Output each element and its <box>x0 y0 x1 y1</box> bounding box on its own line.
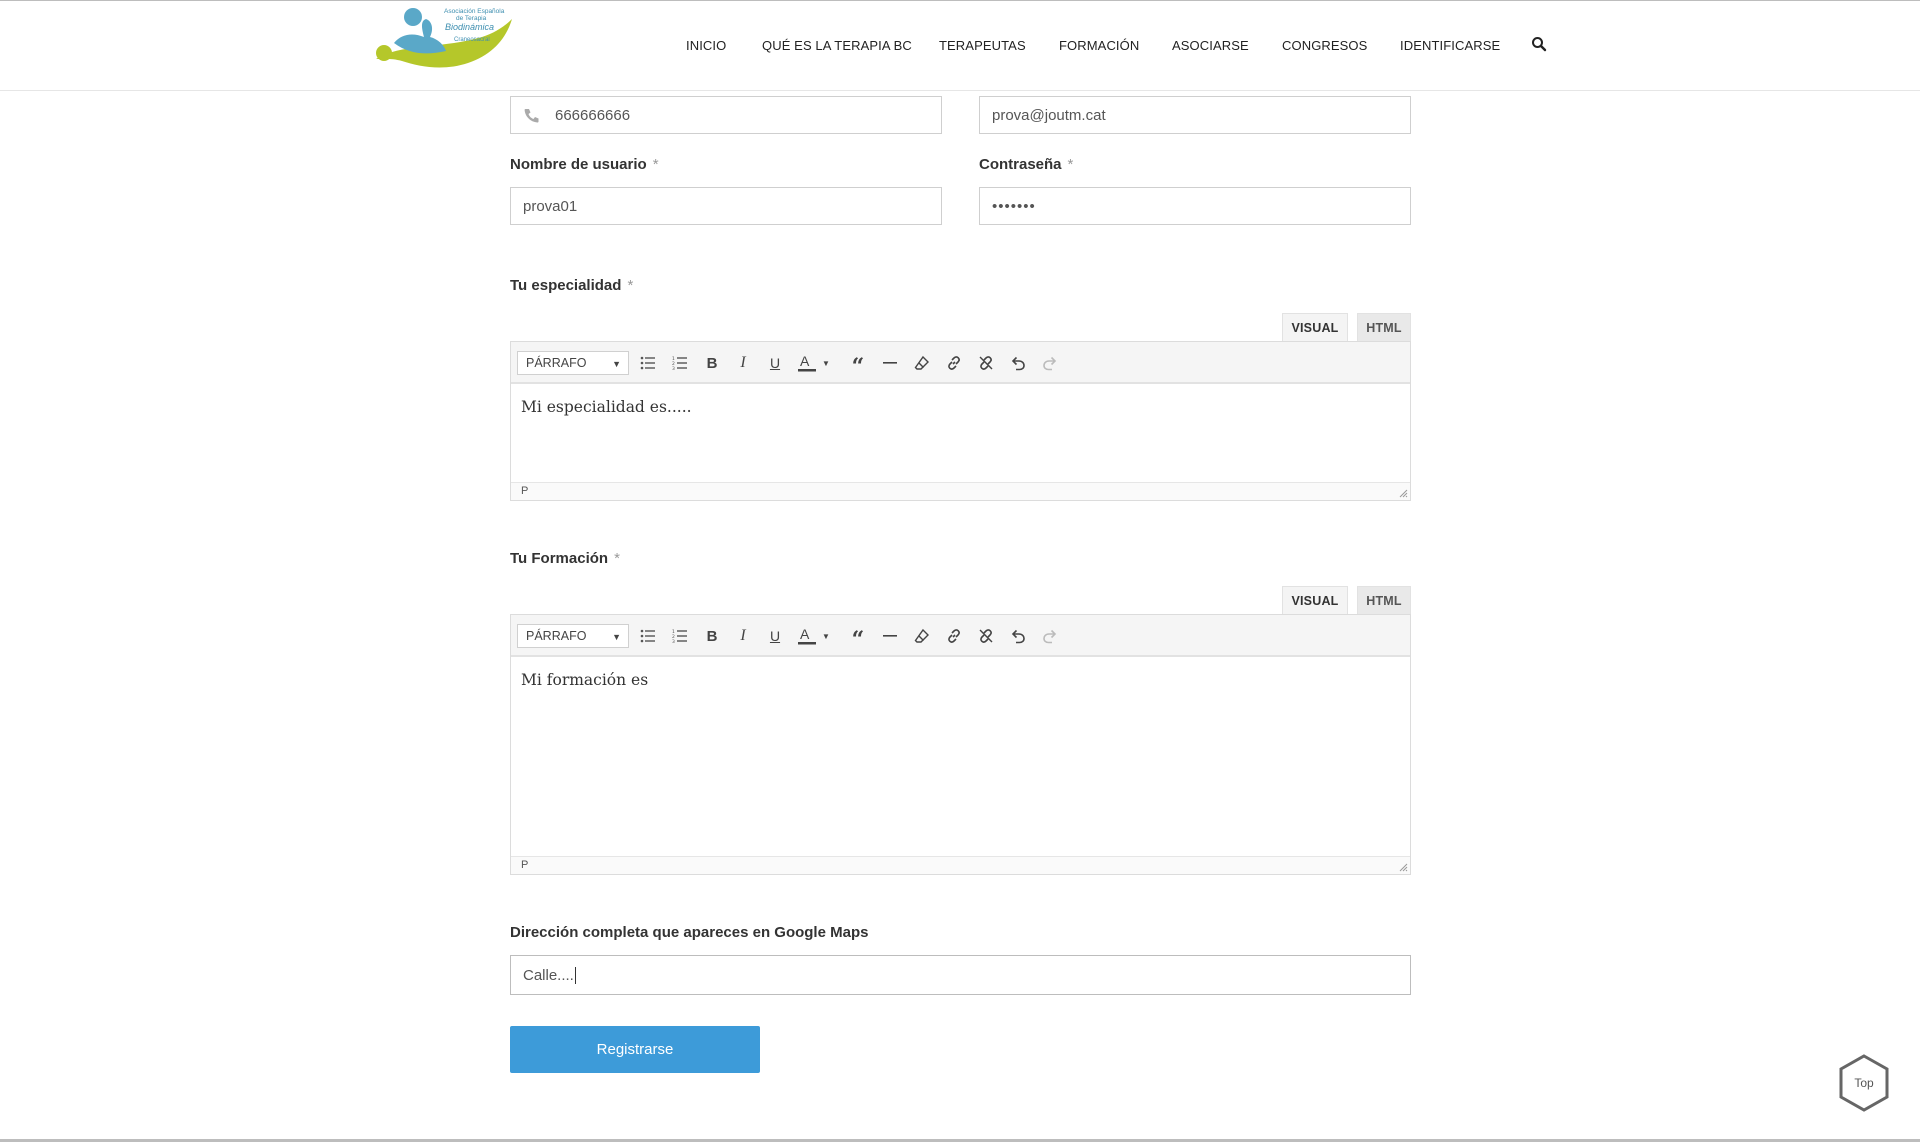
link-icon[interactable] <box>944 626 964 646</box>
username-field[interactable]: prova01 <box>510 187 942 225</box>
unlink-icon[interactable] <box>976 353 996 373</box>
bold-icon[interactable]: B <box>702 353 722 373</box>
underline-icon[interactable]: U <box>765 626 785 646</box>
username-label: Nombre de usuario * <box>510 156 659 173</box>
link-icon[interactable] <box>944 353 964 373</box>
element-path[interactable]: P <box>521 485 528 497</box>
editor-statusbar: P <box>511 482 1410 500</box>
required-marker: * <box>614 550 620 567</box>
format-select[interactable]: PÁRRAFO ▼ <box>517 624 629 648</box>
tab-html-formacion[interactable]: HTML <box>1357 586 1411 614</box>
back-to-top-button[interactable]: Top <box>1837 1053 1891 1113</box>
bold-icon[interactable]: B <box>702 626 722 646</box>
register-button[interactable]: Registrarse <box>510 1026 760 1073</box>
especialidad-label-text: Tu especialidad <box>510 277 622 294</box>
format-select-value: PÁRRAFO <box>526 356 587 370</box>
italic-icon[interactable]: I <box>733 353 753 373</box>
especialidad-label: Tu especialidad * <box>510 277 633 294</box>
text-color-icon[interactable]: A <box>796 626 818 646</box>
svg-text:3: 3 <box>672 639 675 643</box>
formacion-editor[interactable]: PÁRRAFO ▼ 123 B I U A ▼ “ Mi formación e… <box>510 614 1411 875</box>
username-value: prova01 <box>523 197 578 215</box>
redo-icon[interactable] <box>1040 626 1060 646</box>
italic-icon[interactable]: I <box>733 626 753 646</box>
text-cursor <box>574 966 576 984</box>
required-marker: * <box>1067 156 1074 173</box>
email-field[interactable]: prova@joutm.cat <box>979 96 1411 134</box>
direccion-field[interactable]: Calle.... <box>510 955 1411 995</box>
unlink-icon[interactable] <box>976 626 996 646</box>
horizontal-line-icon[interactable] <box>880 353 900 373</box>
search-icon[interactable] <box>1531 36 1547 52</box>
color-dropdown-icon[interactable]: ▼ <box>821 626 831 646</box>
tab-html-especialidad[interactable]: HTML <box>1357 313 1411 341</box>
blockquote-icon[interactable]: “ <box>848 353 868 378</box>
direccion-label: Dirección completa que apareces en Googl… <box>510 924 869 941</box>
nav-asociarse[interactable]: ASOCIARSE <box>1172 38 1249 53</box>
svg-text:Asociación Española: Asociación Española <box>444 8 505 15</box>
horizontal-line-icon[interactable] <box>880 626 900 646</box>
nav-formacion[interactable]: FORMACIÓN <box>1059 38 1139 53</box>
tab-visual-especialidad[interactable]: VISUAL <box>1282 313 1348 341</box>
chevron-down-icon: ▼ <box>612 632 621 642</box>
password-value: ••••••• <box>992 197 1036 215</box>
svg-text:A: A <box>800 626 810 642</box>
logo-graphic: Asociación Española de Terapia Biodinámi… <box>376 8 512 68</box>
svg-text:A: A <box>800 353 810 369</box>
required-marker: * <box>652 156 659 173</box>
svg-text:Biodinámica: Biodinámica <box>445 22 494 32</box>
eraser-icon[interactable] <box>912 353 932 373</box>
formacion-label-text: Tu Formación <box>510 550 609 567</box>
eraser-icon[interactable] <box>912 626 932 646</box>
password-label: Contraseña * <box>979 156 1073 173</box>
redo-icon[interactable] <box>1040 353 1060 373</box>
numbered-list-icon[interactable]: 123 <box>670 626 690 646</box>
undo-icon[interactable] <box>1008 626 1028 646</box>
editor-content[interactable]: Mi formación es <box>511 657 1410 703</box>
username-label-text: Nombre de usuario <box>510 156 647 173</box>
editor-toolbar: PÁRRAFO ▼ 123 B I U A ▼ “ <box>511 615 1410 657</box>
underline-icon[interactable]: U <box>765 353 785 373</box>
tab-visual-formacion[interactable]: VISUAL <box>1282 586 1348 614</box>
blockquote-icon[interactable]: “ <box>848 626 868 651</box>
svg-text:3: 3 <box>672 366 675 370</box>
nav-terapeutas[interactable]: TERAPEUTAS <box>939 38 1026 53</box>
color-dropdown-icon[interactable]: ▼ <box>821 353 831 373</box>
email-value: prova@joutm.cat <box>992 106 1106 124</box>
resize-handle-icon[interactable] <box>1398 862 1408 872</box>
format-select[interactable]: PÁRRAFO ▼ <box>517 351 629 375</box>
svg-text:Craneosacral: Craneosacral <box>454 37 490 43</box>
chevron-down-icon: ▼ <box>612 359 621 369</box>
nav-identificarse[interactable]: IDENTIFICARSE <box>1400 38 1500 53</box>
bullet-list-icon[interactable] <box>638 353 658 373</box>
undo-icon[interactable] <box>1008 353 1028 373</box>
direccion-value: Calle.... <box>523 966 574 984</box>
phone-value: 666666666 <box>555 106 631 124</box>
formacion-label: Tu Formación * <box>510 550 620 567</box>
svg-text:de Terapia: de Terapia <box>456 15 487 22</box>
back-to-top-label: Top <box>1854 1076 1874 1090</box>
editor-statusbar: P <box>511 856 1410 874</box>
site-logo[interactable]: Asociación Española de Terapia Biodinámi… <box>372 3 516 79</box>
format-select-value: PÁRRAFO <box>526 629 587 643</box>
nav-inicio[interactable]: INICIO <box>686 38 726 53</box>
phone-icon <box>524 109 539 123</box>
text-color-icon[interactable]: A <box>796 353 818 373</box>
especialidad-editor[interactable]: PÁRRAFO ▼ 123 B I U A ▼ “ Mi especialida… <box>510 341 1411 501</box>
site-header: Asociación Española de Terapia Biodinámi… <box>0 0 1920 91</box>
phone-field[interactable]: 666666666 <box>510 96 942 134</box>
password-field[interactable]: ••••••• <box>979 187 1411 225</box>
editor-content[interactable]: Mi especialidad es..... <box>511 384 1410 430</box>
nav-que-es-la-terapia[interactable]: QUÉ ES LA TERAPIA BC <box>762 38 912 53</box>
editor-toolbar: PÁRRAFO ▼ 123 B I U A ▼ “ <box>511 342 1410 384</box>
nav-congresos[interactable]: CONGRESOS <box>1282 38 1367 53</box>
element-path[interactable]: P <box>521 859 528 871</box>
bullet-list-icon[interactable] <box>638 626 658 646</box>
resize-handle-icon[interactable] <box>1398 488 1408 498</box>
password-label-text: Contraseña <box>979 156 1062 173</box>
required-marker: * <box>627 277 634 294</box>
numbered-list-icon[interactable]: 123 <box>670 353 690 373</box>
